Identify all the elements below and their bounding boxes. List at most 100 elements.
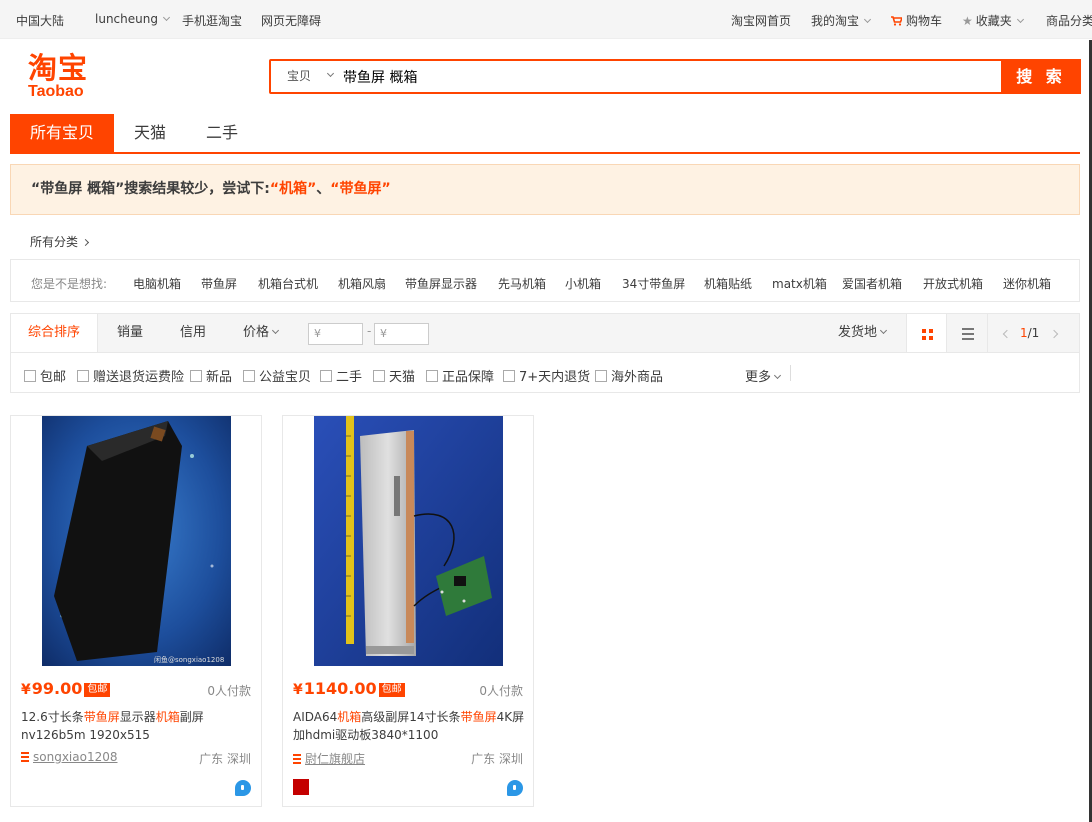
suggest-keyword[interactable]: 开放式机箱 bbox=[923, 275, 983, 292]
checkbox[interactable] bbox=[243, 370, 255, 382]
filter-tmall[interactable]: 天猫 bbox=[373, 366, 415, 385]
page-total: /1 bbox=[1027, 326, 1040, 340]
checkbox[interactable] bbox=[24, 370, 36, 382]
filter-return-insurance[interactable]: 赠送退货运费险 bbox=[77, 366, 184, 385]
checkbox[interactable] bbox=[77, 370, 89, 382]
checkbox[interactable] bbox=[426, 370, 438, 382]
product-card[interactable]: ¥1140.00 包邮 0人付款 AIDA64机箱高级副屏14寸长条带鱼屏4K屏加… bbox=[282, 415, 534, 807]
my-taobao-menu[interactable]: 我的淘宝 bbox=[811, 12, 872, 29]
sort-price[interactable]: 价格 bbox=[243, 314, 280, 352]
checkbox[interactable] bbox=[595, 370, 607, 382]
filter-new[interactable]: 新品 bbox=[190, 366, 232, 385]
tmall-icon bbox=[293, 779, 309, 795]
suggest-keyword[interactable]: 电脑机箱 bbox=[133, 275, 181, 292]
all-categories-link[interactable]: 所有分类 bbox=[30, 233, 90, 250]
region-label: 中国大陆 bbox=[16, 14, 65, 28]
price-max-input[interactable]: ¥ bbox=[374, 323, 429, 345]
filter-label: 赠送退货运费险 bbox=[93, 370, 185, 385]
divider bbox=[790, 365, 791, 381]
suggestion-link-daiyuping[interactable]: “带鱼屏” bbox=[330, 181, 390, 197]
filter-7day-return[interactable]: 7+天内退货 bbox=[503, 366, 590, 385]
favorites-menu[interactable]: ★ 收藏夹 bbox=[962, 12, 1024, 29]
ship-from-select[interactable]: 发货地 bbox=[838, 314, 888, 352]
more-filters[interactable]: 更多 bbox=[745, 366, 782, 385]
filter-label: 正品保障 bbox=[442, 370, 495, 385]
home-label: 淘宝网首页 bbox=[731, 14, 792, 28]
checkbox[interactable] bbox=[503, 370, 515, 382]
suggest-keyword[interactable]: 机箱贴纸 bbox=[704, 275, 752, 292]
tab-tmall[interactable]: 天猫 bbox=[120, 114, 180, 152]
price-range-separator: - bbox=[367, 324, 372, 338]
pager: 1/1 bbox=[1002, 326, 1059, 340]
chevron-down-icon bbox=[773, 371, 782, 380]
suggest-keyword[interactable]: 迷你机箱 bbox=[1003, 275, 1051, 292]
cart-link[interactable]: 购物车 bbox=[891, 12, 942, 29]
sort-default[interactable]: 综合排序 bbox=[11, 314, 98, 352]
deal-count: 0人付款 bbox=[207, 684, 251, 698]
cart-label: 购物车 bbox=[906, 14, 943, 28]
title-highlight: 带鱼屏 bbox=[83, 710, 120, 724]
suggest-keyword[interactable]: 带鱼屏显示器 bbox=[405, 275, 477, 292]
filter-secondhand[interactable]: 二手 bbox=[320, 366, 362, 385]
suggest-keyword[interactable]: 机箱风扇 bbox=[338, 275, 386, 292]
search-scope-select[interactable]: 宝贝 bbox=[271, 61, 341, 92]
suggestion-link-jixiang[interactable]: “机箱” bbox=[270, 181, 316, 197]
filter-row: 包邮 赠送退货运费险 新品 公益宝贝 二手 天猫 正品保障 7+天内退货 海外商… bbox=[10, 353, 1080, 393]
did-you-mean-bar: 您是不是想找: 电脑机箱 带鱼屏 机箱台式机 机箱风扇 带鱼屏显示器 先马机箱 … bbox=[10, 259, 1080, 302]
search-input[interactable] bbox=[343, 61, 1001, 92]
home-link[interactable]: 淘宝网首页 bbox=[731, 12, 791, 29]
search-tabs: 所有宝贝 天猫 二手 bbox=[10, 114, 1080, 154]
product-image[interactable] bbox=[314, 416, 503, 666]
search-button[interactable]: 搜 索 bbox=[1001, 59, 1081, 94]
prev-page-icon[interactable] bbox=[1002, 329, 1012, 339]
filter-free-shipping[interactable]: 包邮 bbox=[24, 366, 66, 385]
shop-link[interactable]: songxiao1208 bbox=[21, 750, 118, 764]
suggest-keyword[interactable]: matx机箱 bbox=[772, 275, 827, 292]
list-view-button[interactable] bbox=[947, 314, 988, 352]
shop-name: 尉仁旗舰店 bbox=[305, 752, 366, 766]
product-image[interactable]: 闲鱼@songxiao1208 bbox=[42, 416, 231, 666]
region-selector[interactable]: 中国大陆 bbox=[16, 12, 64, 29]
filter-overseas[interactable]: 海外商品 bbox=[595, 366, 663, 385]
checkbox[interactable] bbox=[190, 370, 202, 382]
sort-sales[interactable]: 销量 bbox=[117, 314, 143, 352]
shop-link[interactable]: 尉仁旗舰店 bbox=[293, 750, 365, 767]
accessibility-link[interactable]: 网页无障碍 bbox=[261, 12, 321, 29]
tab-secondhand[interactable]: 二手 bbox=[192, 114, 252, 152]
filter-genuine[interactable]: 正品保障 bbox=[426, 366, 494, 385]
logo-en: Taobao bbox=[28, 83, 84, 100]
user-menu[interactable]: luncheung bbox=[95, 12, 171, 26]
product-price: ¥99.00 包邮 bbox=[21, 679, 111, 699]
checkbox[interactable] bbox=[373, 370, 385, 382]
title-text: 高级副屏14寸长条 bbox=[361, 710, 461, 724]
checkbox[interactable] bbox=[320, 370, 332, 382]
taobao-logo[interactable]: 淘宝 Taobao bbox=[28, 52, 100, 102]
tab-all[interactable]: 所有宝贝 bbox=[10, 114, 114, 152]
wangwang-chat-icon[interactable] bbox=[507, 780, 523, 796]
suggest-keyword[interactable]: 34寸带鱼屏 bbox=[622, 275, 685, 292]
suggest-keyword[interactable]: 爱国者机箱 bbox=[842, 275, 902, 292]
grid-view-button[interactable] bbox=[906, 314, 947, 352]
product-title[interactable]: AIDA64机箱高级副屏14寸长条带鱼屏4K屏加hdmi驱动板3840*1100 bbox=[293, 708, 525, 744]
title-text: 显示器 bbox=[119, 710, 156, 724]
chevron-down-icon bbox=[1016, 15, 1024, 24]
categories-link[interactable]: 商品分类 bbox=[1046, 12, 1092, 29]
product-card[interactable]: 闲鱼@songxiao1208 ¥99.00 包邮 0人付款 12.6寸长条带鱼屏… bbox=[10, 415, 262, 807]
price-min-input[interactable]: ¥ bbox=[308, 323, 363, 345]
suggest-keyword[interactable]: 小机箱 bbox=[565, 275, 601, 292]
filter-charity[interactable]: 公益宝贝 bbox=[243, 366, 311, 385]
sort-credit[interactable]: 信用 bbox=[180, 314, 206, 352]
product-title[interactable]: 12.6寸长条带鱼屏显示器机箱副屏nv126b5m 1920x515 bbox=[21, 708, 253, 744]
shop-icon bbox=[293, 754, 301, 764]
chevron-right-icon bbox=[81, 238, 90, 247]
next-page-icon[interactable] bbox=[1050, 329, 1059, 339]
filter-label: 7+天内退货 bbox=[519, 370, 591, 385]
filter-label: 二手 bbox=[336, 370, 363, 385]
all-categories-label: 所有分类 bbox=[30, 235, 79, 249]
wangwang-chat-icon[interactable] bbox=[235, 780, 251, 796]
mobile-link[interactable]: 手机逛淘宝 bbox=[182, 12, 242, 29]
location: 广东 深圳 bbox=[199, 752, 251, 766]
suggest-keyword[interactable]: 先马机箱 bbox=[498, 275, 546, 292]
suggest-keyword[interactable]: 带鱼屏 bbox=[201, 275, 237, 292]
suggest-keyword[interactable]: 机箱台式机 bbox=[258, 275, 318, 292]
